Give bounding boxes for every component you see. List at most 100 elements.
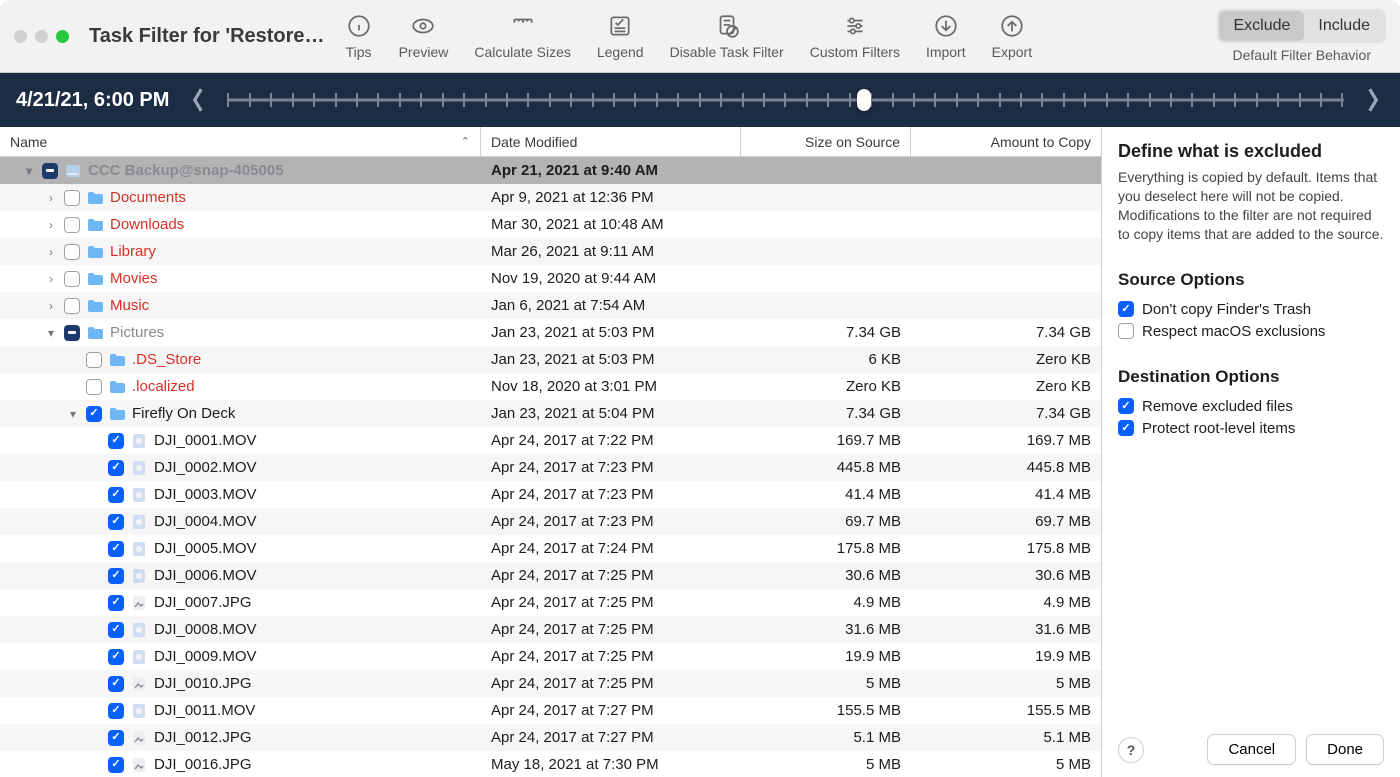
table-row[interactable]: DJI_0010.JPGApr 24, 2017 at 7:25 PM5 MB5… <box>0 670 1101 697</box>
done-button[interactable]: Done <box>1306 734 1384 765</box>
table-row[interactable]: ▾CCC Backup@snap-405005Apr 21, 2021 at 9… <box>0 157 1101 184</box>
window-zoom-button[interactable] <box>56 30 69 43</box>
mov-icon <box>130 459 148 477</box>
row-name: Movies <box>110 270 158 287</box>
option-checkbox[interactable] <box>1118 301 1134 317</box>
disclosure-triangle[interactable]: › <box>44 272 58 286</box>
cancel-button[interactable]: Cancel <box>1207 734 1296 765</box>
toolbar-tips[interactable]: Tips <box>345 12 373 60</box>
mov-icon <box>130 702 148 720</box>
disclosure-triangle[interactable]: › <box>44 191 58 205</box>
row-name: Downloads <box>110 216 184 233</box>
row-checkbox[interactable] <box>108 730 124 746</box>
window-close-button[interactable] <box>14 30 27 43</box>
disclosure-triangle[interactable]: › <box>44 245 58 259</box>
toolbar-export[interactable]: Export <box>992 12 1032 60</box>
row-checkbox[interactable] <box>108 703 124 719</box>
table-row[interactable]: .localizedNov 18, 2020 at 3:01 PMZero KB… <box>0 373 1101 400</box>
table-row[interactable]: DJI_0007.JPGApr 24, 2017 at 7:25 PM4.9 M… <box>0 589 1101 616</box>
table-row[interactable]: DJI_0006.MOVApr 24, 2017 at 7:25 PM30.6 … <box>0 562 1101 589</box>
timeline-next-button[interactable] <box>1362 86 1384 114</box>
table-row[interactable]: ›DocumentsApr 9, 2021 at 12:36 PM <box>0 184 1101 211</box>
import-icon <box>932 12 960 40</box>
row-checkbox[interactable] <box>64 190 80 206</box>
table-row[interactable]: DJI_0016.JPGMay 18, 2021 at 7:30 PM5 MB5… <box>0 751 1101 777</box>
option-row[interactable]: Remove excluded files <box>1118 398 1384 415</box>
toolbar-custom[interactable]: Custom Filters <box>810 12 900 60</box>
row-checkbox[interactable] <box>64 271 80 287</box>
row-checkbox[interactable] <box>64 244 80 260</box>
window-minimize-button[interactable] <box>35 30 48 43</box>
toolbar-preview[interactable]: Preview <box>399 12 449 60</box>
row-checkbox[interactable] <box>108 568 124 584</box>
filter-behavior-exclude[interactable]: Exclude <box>1219 11 1304 41</box>
row-checkbox[interactable] <box>108 622 124 638</box>
row-checkbox[interactable] <box>42 163 58 179</box>
table-row[interactable]: ›MoviesNov 19, 2020 at 9:44 AM <box>0 265 1101 292</box>
table-row[interactable]: .DS_StoreJan 23, 2021 at 5:03 PM6 KBZero… <box>0 346 1101 373</box>
row-checkbox[interactable] <box>86 379 102 395</box>
table-row[interactable]: DJI_0008.MOVApr 24, 2017 at 7:25 PM31.6 … <box>0 616 1101 643</box>
table-row[interactable]: ›DownloadsMar 30, 2021 at 10:48 AM <box>0 211 1101 238</box>
col-header-date[interactable]: Date Modified <box>481 127 741 156</box>
col-header-amount[interactable]: Amount to Copy <box>911 127 1101 156</box>
table-row[interactable]: DJI_0011.MOVApr 24, 2017 at 7:27 PM155.5… <box>0 697 1101 724</box>
table-row[interactable]: ›LibraryMar 26, 2021 at 9:11 AM <box>0 238 1101 265</box>
option-checkbox[interactable] <box>1118 323 1134 339</box>
row-checkbox[interactable] <box>86 352 102 368</box>
table-row[interactable]: DJI_0003.MOVApr 24, 2017 at 7:23 PM41.4 … <box>0 481 1101 508</box>
filter-behavior-include[interactable]: Include <box>1304 11 1384 41</box>
disclosure-triangle[interactable]: › <box>44 218 58 232</box>
row-checkbox[interactable] <box>108 757 124 773</box>
table-row[interactable]: DJI_0009.MOVApr 24, 2017 at 7:25 PM19.9 … <box>0 643 1101 670</box>
toolbar-calc[interactable]: Calculate Sizes <box>474 12 571 60</box>
toolbar-import[interactable]: Import <box>926 12 966 60</box>
row-checkbox[interactable] <box>108 433 124 449</box>
row-checkbox[interactable] <box>64 325 80 341</box>
row-checkbox[interactable] <box>108 541 124 557</box>
row-checkbox[interactable] <box>64 217 80 233</box>
table-row[interactable]: DJI_0012.JPGApr 24, 2017 at 7:27 PM5.1 M… <box>0 724 1101 751</box>
row-checkbox[interactable] <box>108 649 124 665</box>
col-header-size[interactable]: Size on Source <box>741 127 911 156</box>
row-checkbox[interactable] <box>86 406 102 422</box>
dest-options-list: Remove excluded files Protect root-level … <box>1118 393 1384 442</box>
toolbar-legend[interactable]: Legend <box>597 12 644 60</box>
row-checkbox[interactable] <box>108 676 124 692</box>
row-amount: 41.4 MB <box>911 486 1101 503</box>
row-name: DJI_0010.JPG <box>154 675 252 692</box>
option-checkbox[interactable] <box>1118 420 1134 436</box>
row-checkbox[interactable] <box>108 514 124 530</box>
folder-icon <box>86 297 104 315</box>
timeline-prev-button[interactable] <box>187 86 209 114</box>
toolbar-disable[interactable]: Disable Task Filter <box>670 12 784 60</box>
timeline-track[interactable] <box>227 89 1344 111</box>
row-checkbox[interactable] <box>64 298 80 314</box>
table-row[interactable]: DJI_0004.MOVApr 24, 2017 at 7:23 PM69.7 … <box>0 508 1101 535</box>
file-list-pane: Name ⌃ Date Modified Size on Source Amou… <box>0 127 1102 777</box>
row-checkbox[interactable] <box>108 595 124 611</box>
row-checkbox[interactable] <box>108 460 124 476</box>
folder-icon <box>86 216 104 234</box>
timeline-thumb[interactable] <box>857 89 871 111</box>
table-row[interactable]: ›MusicJan 6, 2021 at 7:54 AM <box>0 292 1101 319</box>
row-name: Library <box>110 243 156 260</box>
table-row[interactable]: DJI_0005.MOVApr 24, 2017 at 7:24 PM175.8… <box>0 535 1101 562</box>
disclosure-triangle[interactable]: ▾ <box>66 407 80 421</box>
disclosure-triangle[interactable]: › <box>44 299 58 313</box>
table-row[interactable]: ▾Firefly On DeckJan 23, 2021 at 5:04 PM7… <box>0 400 1101 427</box>
option-row[interactable]: Protect root-level items <box>1118 420 1384 437</box>
table-row[interactable]: ▾PicturesJan 23, 2021 at 5:03 PM7.34 GB7… <box>0 319 1101 346</box>
mov-icon <box>130 513 148 531</box>
disclosure-triangle[interactable]: ▾ <box>44 326 58 340</box>
table-row[interactable]: DJI_0002.MOVApr 24, 2017 at 7:23 PM445.8… <box>0 454 1101 481</box>
col-header-name[interactable]: Name ⌃ <box>0 127 481 156</box>
disclosure-triangle[interactable]: ▾ <box>22 164 36 178</box>
help-button[interactable]: ? <box>1118 737 1144 763</box>
option-checkbox[interactable] <box>1118 398 1134 414</box>
row-checkbox[interactable] <box>108 487 124 503</box>
option-row[interactable]: Don't copy Finder's Trash <box>1118 301 1384 318</box>
table-row[interactable]: DJI_0001.MOVApr 24, 2017 at 7:22 PM169.7… <box>0 427 1101 454</box>
row-name: DJI_0002.MOV <box>154 459 257 476</box>
option-row[interactable]: Respect macOS exclusions <box>1118 323 1384 340</box>
